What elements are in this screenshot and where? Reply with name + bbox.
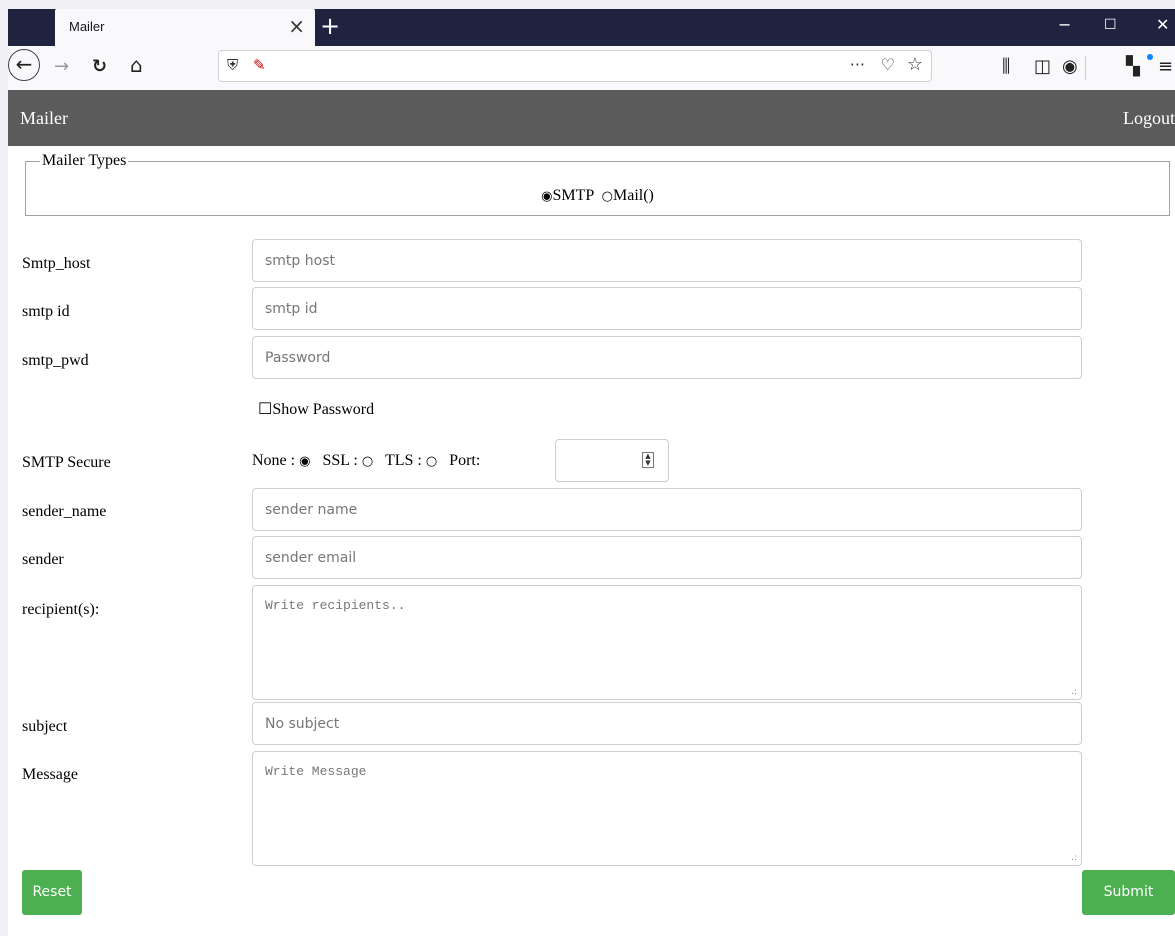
- insecure-connection-icon[interactable]: ✎: [253, 56, 266, 74]
- smtp-secure-label: SMTP Secure: [22, 454, 111, 471]
- port-spinner-icon[interactable]: ▲ ▼: [642, 452, 654, 468]
- reset-button[interactable]: Reset: [22, 870, 82, 915]
- page-actions-icon[interactable]: ···: [850, 55, 865, 74]
- show-password-label[interactable]: Show Password: [272, 401, 374, 418]
- sender-email-placeholder: sender email: [265, 550, 357, 566]
- port-input[interactable]: ▲ ▼: [555, 439, 669, 482]
- browser-titlebar: Mailer × + − ☐ ✕: [8, 9, 1175, 46]
- sender-name-input[interactable]: sender name: [252, 488, 1082, 531]
- menu-icon[interactable]: ≡: [1158, 57, 1173, 77]
- submit-button[interactable]: Submit: [1082, 870, 1175, 915]
- sender-email-input[interactable]: sender email: [252, 536, 1082, 579]
- maximize-icon[interactable]: ☐: [1104, 17, 1117, 33]
- subject-input[interactable]: No subject: [252, 702, 1082, 745]
- mail-radio[interactable]: ○: [602, 189, 613, 204]
- extension-badge: [1147, 54, 1153, 60]
- recipients-label: recipient(s):: [22, 601, 100, 618]
- mailer-types-legend: Mailer Types: [42, 152, 127, 169]
- secure-tls-label: TLS :: [384, 452, 422, 469]
- sender-label: sender: [22, 551, 64, 568]
- secure-ssl-radio[interactable]: ○: [362, 454, 373, 469]
- smtp-radio[interactable]: ◉: [541, 189, 552, 204]
- recipients-textarea[interactable]: Write recipients.. .:: [252, 585, 1082, 700]
- resize-grip-icon[interactable]: .:: [1071, 687, 1077, 697]
- show-password-checkbox[interactable]: ☐: [258, 401, 272, 418]
- sender-name-label: sender_name: [22, 503, 107, 520]
- forward-arrow-icon[interactable]: →: [54, 57, 69, 77]
- tab-close-icon[interactable]: ×: [288, 15, 305, 37]
- secure-ssl-label: SSL :: [322, 452, 358, 469]
- browser-tab[interactable]: Mailer ×: [55, 9, 315, 46]
- subject-label: subject: [22, 718, 68, 735]
- smtp-pwd-label: smtp_pwd: [22, 352, 89, 369]
- smtp-pwd-input[interactable]: Password: [252, 336, 1082, 379]
- tab-list-area: [8, 9, 46, 46]
- address-bar[interactable]: ⛨ ✎ ··· ♡ ☆: [218, 50, 932, 82]
- smtp-host-label: Smtp_host: [22, 255, 91, 272]
- secure-none-label: None :: [252, 452, 296, 469]
- smtp-radio-label[interactable]: SMTP: [552, 187, 593, 204]
- message-textarea[interactable]: Write Message .:: [252, 751, 1082, 866]
- smtp-pwd-placeholder: Password: [265, 350, 331, 366]
- smtp-host-input[interactable]: smtp host: [252, 239, 1082, 282]
- mail-radio-label[interactable]: Mail(): [613, 187, 654, 204]
- reload-icon[interactable]: ↻: [92, 57, 107, 77]
- smtp-id-label: smtp id: [22, 303, 70, 320]
- library-icon[interactable]: ⫼: [1002, 57, 1010, 77]
- sidebar-icon[interactable]: ◫: [1034, 57, 1051, 77]
- recipients-placeholder: Write recipients..: [265, 598, 406, 613]
- pocket-icon[interactable]: ♡: [881, 55, 895, 74]
- home-icon[interactable]: ⌂: [130, 55, 143, 75]
- mailer-types-options: ◉SMTP ○Mail(): [26, 187, 1169, 205]
- logout-link[interactable]: Logout: [1123, 108, 1175, 129]
- browser-toolbar: ← → ↻ ⌂ ⛨ ✎ ··· ♡ ☆ ⫼ ◫ ◉ ▚ ≡: [8, 46, 1175, 91]
- account-icon[interactable]: ◉: [1062, 57, 1078, 77]
- smtp-secure-options: None : ◉ SSL : ○ TLS : ○ Port:: [252, 452, 480, 470]
- toolbar-separator: [1085, 56, 1086, 80]
- new-tab-icon[interactable]: +: [320, 12, 340, 40]
- show-password-control[interactable]: ☐Show Password: [258, 399, 374, 419]
- secure-tls-radio[interactable]: ○: [426, 454, 437, 469]
- smtp-id-input[interactable]: smtp id: [252, 287, 1082, 330]
- secure-none-radio[interactable]: ◉: [299, 454, 310, 469]
- close-window-icon[interactable]: ✕: [1156, 15, 1169, 34]
- top-nav: Mailer Logout: [8, 90, 1175, 146]
- tab-title: Mailer: [69, 19, 105, 34]
- smtp-host-placeholder: smtp host: [265, 253, 335, 269]
- nav-title[interactable]: Mailer: [20, 108, 68, 129]
- back-arrow-icon[interactable]: ←: [8, 49, 40, 81]
- sender-name-placeholder: sender name: [265, 502, 358, 518]
- resize-grip-icon[interactable]: .:: [1071, 853, 1077, 863]
- bookmark-star-icon[interactable]: ☆: [907, 54, 923, 75]
- minimize-icon[interactable]: −: [1058, 15, 1071, 34]
- smtp-id-placeholder: smtp id: [265, 301, 318, 317]
- subject-placeholder: No subject: [265, 716, 340, 732]
- extension-icon[interactable]: ▚: [1126, 57, 1140, 77]
- message-placeholder: Write Message: [265, 764, 367, 779]
- port-label: Port:: [449, 452, 481, 469]
- tracking-shield-icon[interactable]: ⛨: [227, 56, 238, 74]
- message-label: Message: [22, 766, 78, 783]
- mailer-types-fieldset: Mailer Types ◉SMTP ○Mail(): [25, 152, 1170, 216]
- page-content: Mailer Logout Mailer Types ◉SMTP ○Mail()…: [8, 90, 1175, 936]
